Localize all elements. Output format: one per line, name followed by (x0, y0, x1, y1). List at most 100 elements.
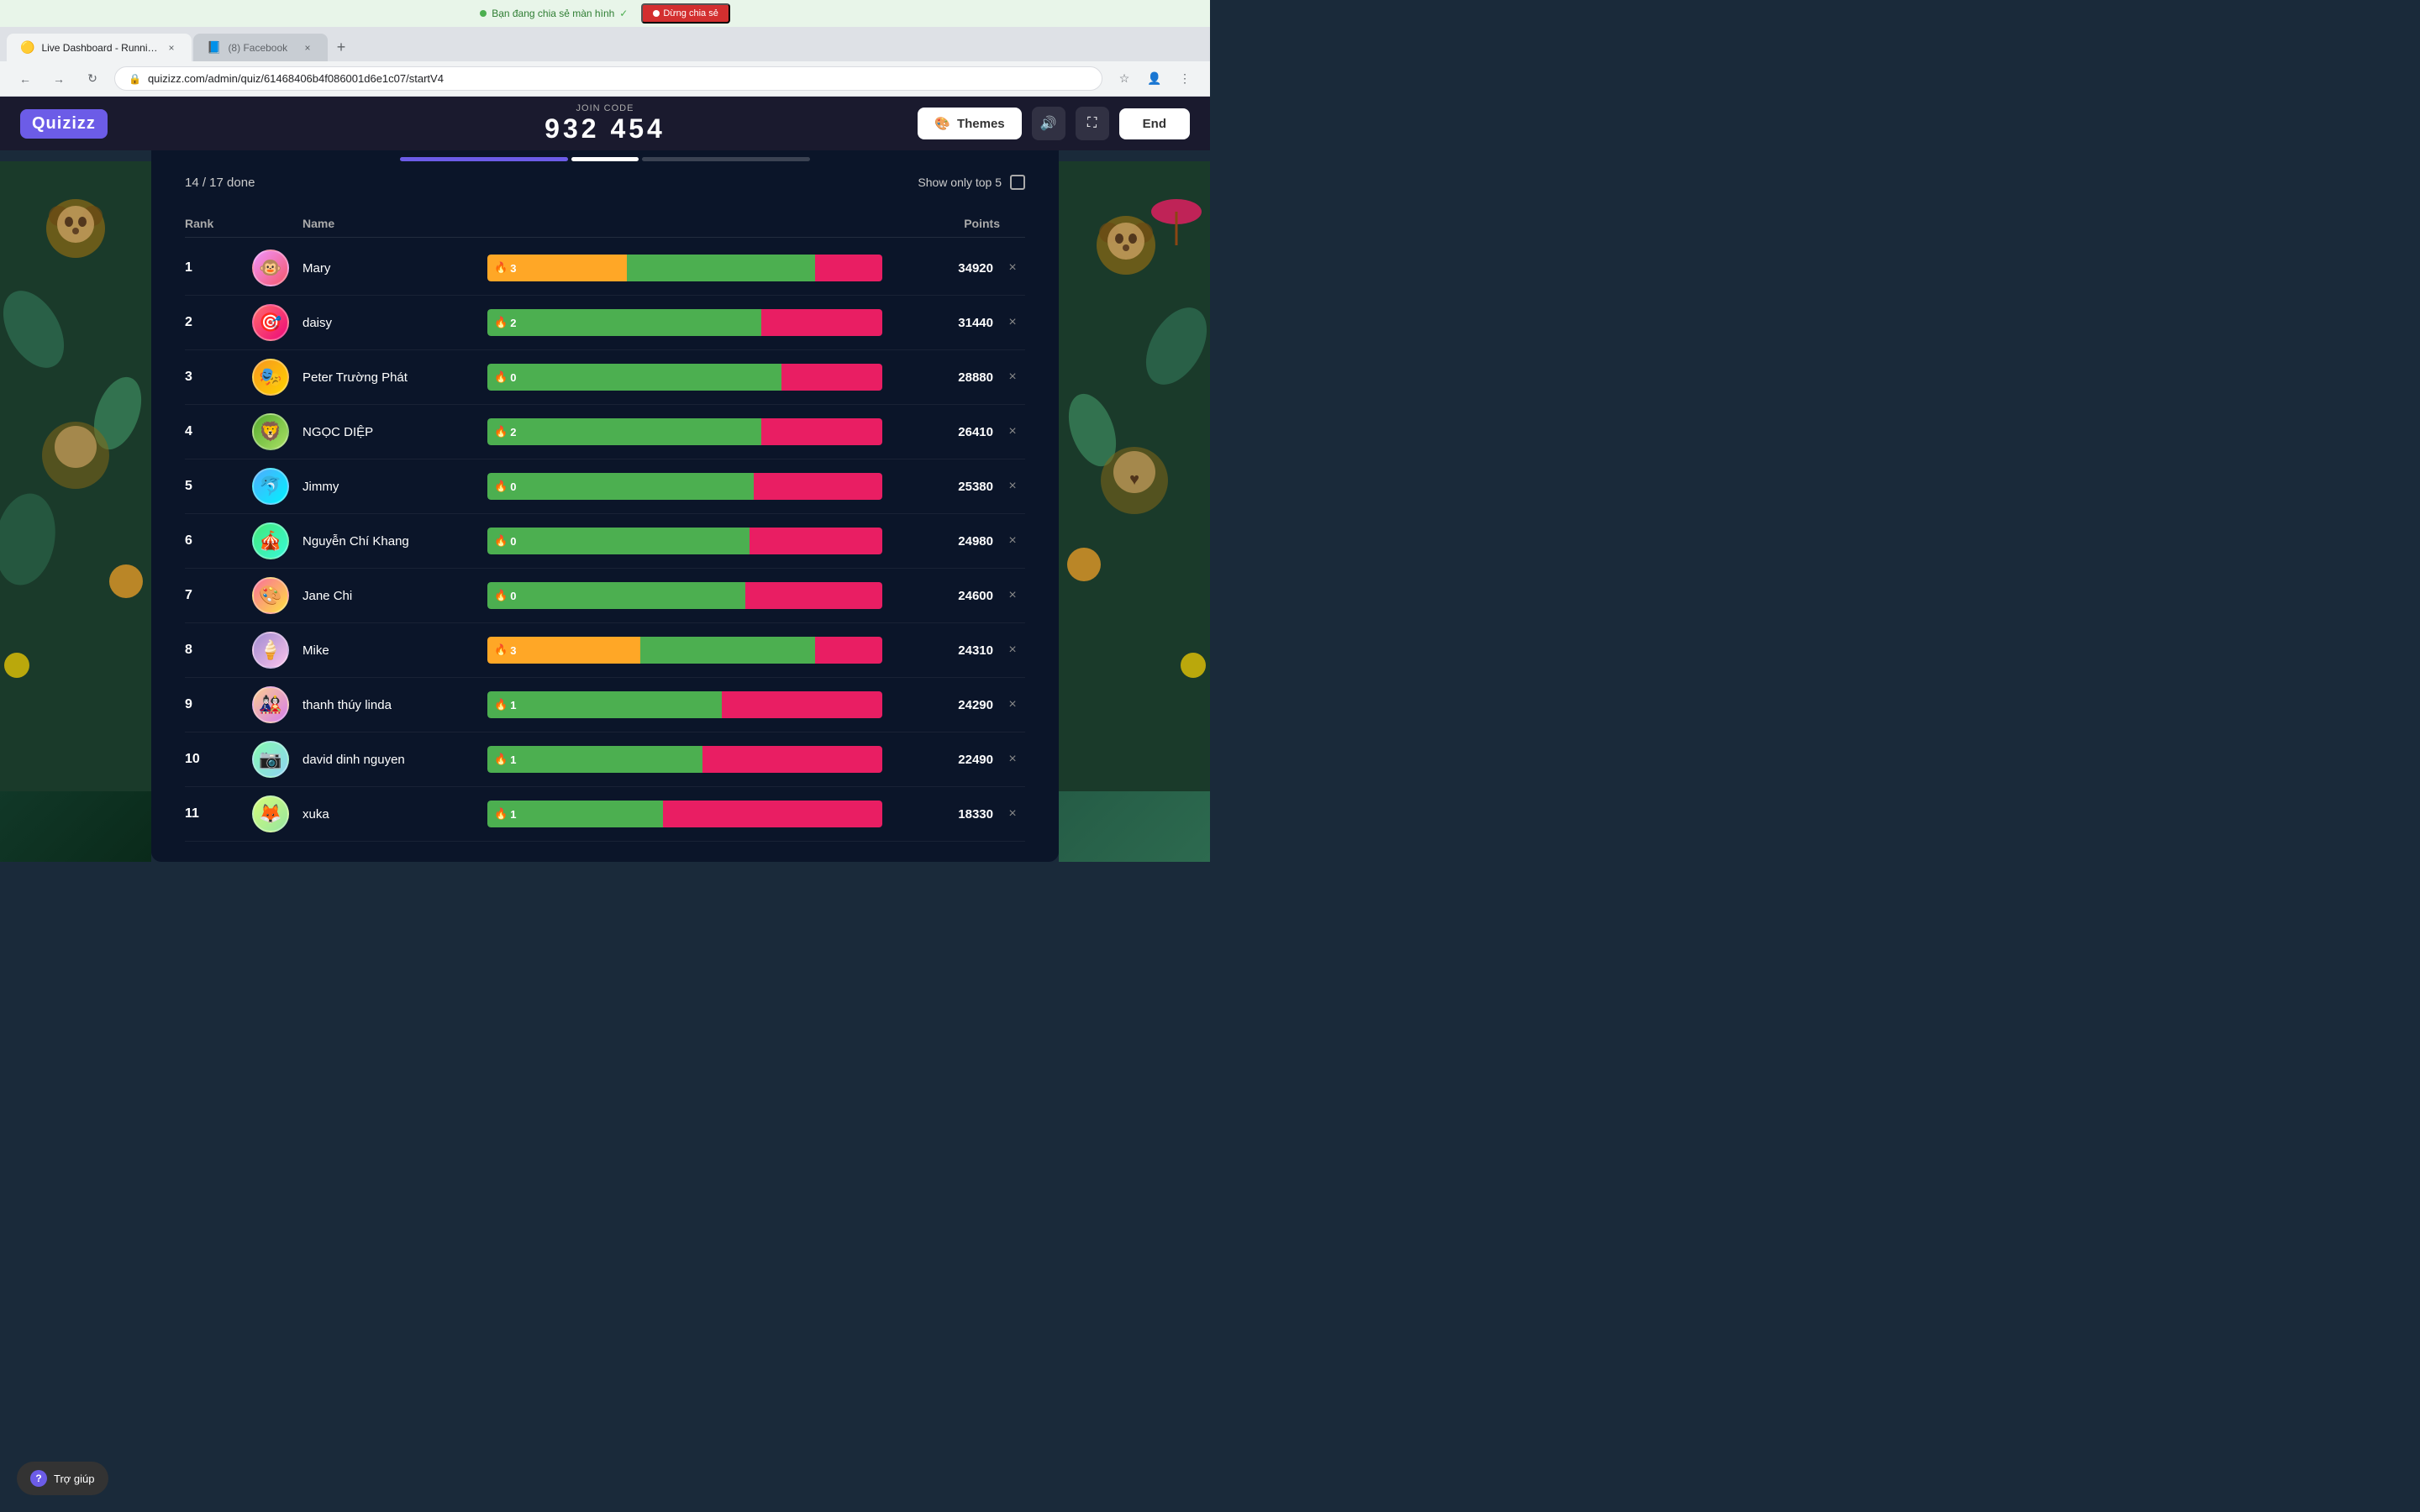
fullscreen-button[interactable]: ⛶ (1076, 107, 1109, 140)
right-decoration: ♥ (1059, 161, 1210, 862)
player-name: xuka (302, 807, 487, 822)
bar-wrapper: 🔥 1 (487, 801, 882, 827)
flame-icon: 🔥 (494, 261, 508, 275)
player-name: Peter Trường Phát (302, 370, 487, 385)
share-dot (480, 10, 487, 17)
avatar-header (252, 217, 302, 230)
browser-actions: ☆ 👤 ⋮ (1113, 67, 1197, 91)
player-name: Mike (302, 643, 487, 658)
help-label: Trợ giúp (54, 1473, 95, 1485)
rank-number: 2 (185, 315, 252, 330)
themes-button[interactable]: 🎨 Themes (918, 108, 1021, 139)
rank-number: 11 (185, 806, 252, 822)
red-segment (761, 309, 882, 336)
points-value: 24290 (882, 698, 1000, 712)
flame-icon: 🔥 (494, 534, 508, 548)
bar-wrapper: 🔥 2 (487, 309, 882, 336)
reload-button[interactable]: ↻ (81, 67, 104, 91)
more-options-icon[interactable]: ⋮ (1173, 67, 1197, 91)
share-active-indicator: Bạn đang chia sẻ màn hình ✓ (480, 8, 628, 19)
rank-number: 7 (185, 588, 252, 603)
bar-wrapper: 🔥 1 (487, 691, 882, 718)
player-avatar: 🦊 (252, 795, 289, 832)
points-value: 34920 (882, 261, 1000, 276)
remove-player-button[interactable]: × (1000, 260, 1025, 276)
rank-number: 4 (185, 424, 252, 439)
player-name: NGỌC DIỆP (302, 425, 487, 439)
green-segment (640, 637, 815, 664)
remove-player-button[interactable]: × (1000, 424, 1025, 439)
main-content: ♥ 14 / 17 done Show only top 5 Rank Name… (0, 161, 1210, 862)
remove-player-button[interactable]: × (1000, 752, 1025, 767)
leaderboard-panel: 14 / 17 done Show only top 5 Rank Name P… (151, 161, 1059, 862)
flame-icon: 🔥 (494, 370, 508, 384)
player-name: david dinh nguyen (302, 753, 487, 767)
app-header: Quizizz JOIN CODE 932 454 🎨 Themes 🔊 ⛶ E… (0, 97, 1210, 150)
remove-player-button[interactable]: × (1000, 588, 1025, 603)
rank-number: 6 (185, 533, 252, 549)
red-segment (781, 364, 883, 391)
screen-share-banner: Bạn đang chia sẻ màn hình ✓ Dừng chia sẻ (0, 0, 1210, 27)
red-segment (815, 255, 882, 281)
streak-badge: 🔥 0 (487, 364, 524, 391)
bar-wrapper: 🔥 0 (487, 528, 882, 554)
bookmark-icon[interactable]: ☆ (1113, 67, 1136, 91)
url-bar[interactable]: 🔒 quizizz.com/admin/quiz/61468406b4f0860… (114, 66, 1102, 91)
flame-icon: 🔥 (494, 480, 508, 493)
remove-player-button[interactable]: × (1000, 479, 1025, 494)
tab2-favicon: 📘 (207, 40, 221, 55)
score-bar: 🔥 0 (487, 582, 882, 609)
player-name: thanh thúy linda (302, 698, 487, 712)
url-text: quizizz.com/admin/quiz/61468406b4f086001… (148, 72, 444, 85)
green-segment (524, 528, 750, 554)
table-row: 7 🎨 Jane Chi 🔥 0 24600 × (185, 569, 1025, 623)
player-name: daisy (302, 316, 487, 330)
show-top5-checkbox[interactable] (1010, 175, 1025, 190)
remove-player-button[interactable]: × (1000, 643, 1025, 658)
end-button[interactable]: End (1119, 108, 1190, 139)
score-bar: 🔥 1 (487, 691, 882, 718)
player-avatar: 🎨 (252, 577, 289, 614)
tab-facebook[interactable]: 📘 (8) Facebook × (193, 34, 328, 61)
points-value: 31440 (882, 316, 1000, 330)
table-row: 2 🎯 daisy 🔥 2 31440 × (185, 296, 1025, 350)
tab1-close-icon[interactable]: × (165, 41, 178, 55)
table-header: Rank Name Points (185, 210, 1025, 238)
header-actions: 🎨 Themes 🔊 ⛶ End (918, 107, 1190, 140)
streak-count: 0 (510, 480, 516, 493)
player-name: Nguyễn Chí Khang (302, 534, 487, 549)
back-button[interactable]: ← (13, 67, 37, 91)
score-bar: 🔥 1 (487, 801, 882, 827)
leaderboard-controls: 14 / 17 done Show only top 5 (185, 175, 1025, 197)
streak-count: 3 (510, 644, 516, 657)
green-segment (524, 364, 781, 391)
bar-wrapper: 🔥 1 (487, 746, 882, 773)
red-segment (722, 691, 882, 718)
forward-button[interactable]: → (47, 67, 71, 91)
palette-icon: 🎨 (934, 116, 950, 131)
help-button[interactable]: ? Trợ giúp (17, 1462, 108, 1495)
tab2-close-icon[interactable]: × (301, 41, 314, 55)
profile-icon[interactable]: 👤 (1143, 67, 1166, 91)
red-segment (754, 473, 882, 500)
stop-sharing-button[interactable]: Dừng chia sẻ (641, 3, 729, 24)
remove-player-button[interactable]: × (1000, 697, 1025, 712)
audio-button[interactable]: 🔊 (1032, 107, 1065, 140)
streak-badge: 🔥 2 (487, 309, 524, 336)
show-top5-label: Show only top 5 (918, 176, 1002, 189)
progress-text: 14 / 17 done (185, 176, 255, 190)
tab2-label: (8) Facebook (228, 42, 287, 54)
player-name: Jimmy (302, 480, 487, 494)
remove-player-button[interactable]: × (1000, 533, 1025, 549)
fullscreen-icon: ⛶ (1087, 116, 1097, 131)
new-tab-button[interactable]: + (329, 36, 353, 60)
remove-player-button[interactable]: × (1000, 315, 1025, 330)
bar-wrapper: 🔥 0 (487, 582, 882, 609)
score-bar: 🔥 1 (487, 746, 882, 773)
remove-player-button[interactable]: × (1000, 370, 1025, 385)
streak-badge: 🔥 0 (487, 582, 524, 609)
tab-live-dashboard[interactable]: 🟡 Live Dashboard - Running × (7, 34, 192, 61)
points-value: 24310 (882, 643, 1000, 658)
remove-player-button[interactable]: × (1000, 806, 1025, 822)
streak-count: 3 (510, 262, 516, 275)
